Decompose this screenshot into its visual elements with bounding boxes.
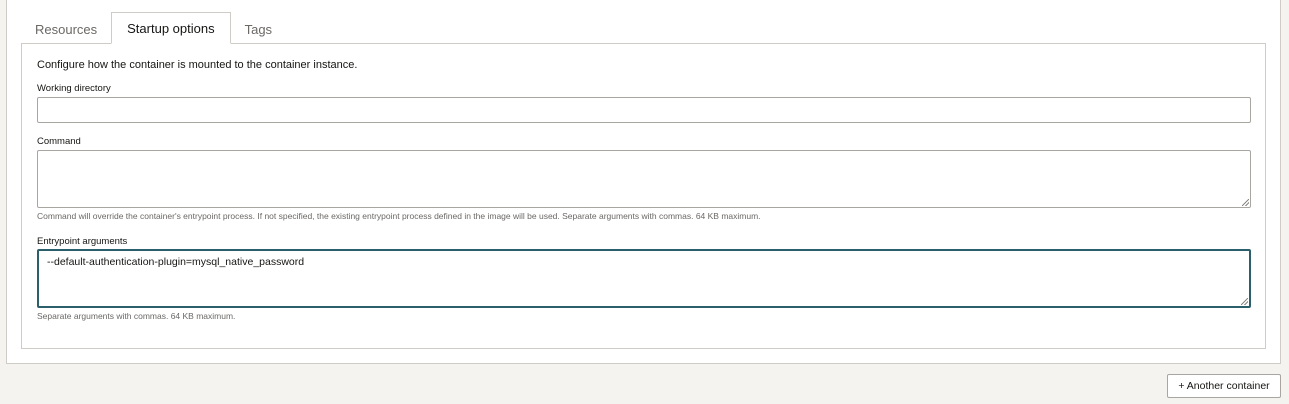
working-directory-input[interactable] [37,97,1251,123]
command-help-text: Command will override the container's en… [37,211,761,221]
entrypoint-resize-handle[interactable] [1241,298,1248,305]
container-tabs: Resources Startup options Tags [21,12,286,44]
entrypoint-arguments-textarea[interactable]: --default-authentication-plugin=mysql_na… [37,249,1251,308]
command-textarea[interactable] [37,150,1251,208]
entrypoint-arguments-label: Entrypoint arguments [37,236,128,247]
intro-text: Configure how the container is mounted t… [37,59,358,71]
startup-options-panel: Configure how the container is mounted t… [21,43,1266,349]
tab-startup-options[interactable]: Startup options [111,12,231,44]
command-label: Command [37,136,81,147]
add-another-container-button[interactable]: + Another container [1167,374,1281,398]
command-resize-handle[interactable] [1242,199,1249,206]
tab-resources[interactable]: Resources [21,14,111,44]
entrypoint-help-text: Separate arguments with commas. 64 KB ma… [37,311,236,321]
tab-tags[interactable]: Tags [231,14,286,44]
working-directory-label: Working directory [37,83,111,94]
